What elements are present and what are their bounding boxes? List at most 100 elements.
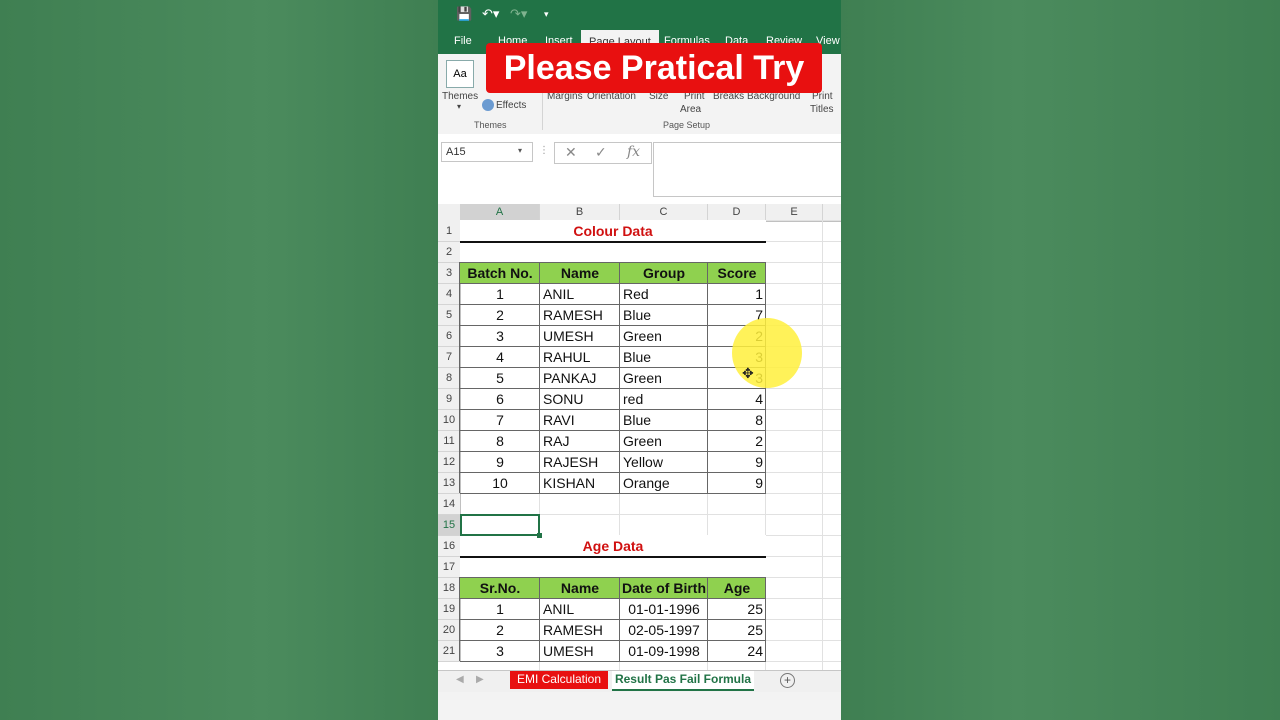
row-header-2[interactable]: 2 [438, 242, 461, 263]
row-header-5[interactable]: 5 [438, 305, 461, 326]
age_table-column-header: Sr.No. [479, 580, 521, 596]
row-header-7[interactable]: 7 [438, 347, 461, 368]
age_table-column-header: Name [560, 580, 600, 596]
undo-icon[interactable]: ↶▾ [482, 6, 499, 22]
colour_table-cell[interactable]: 8 [708, 410, 766, 431]
row-header-12[interactable]: 12 [438, 452, 461, 473]
colour_table-cell[interactable]: SONU [540, 389, 620, 410]
save-icon[interactable]: 💾 [456, 6, 472, 22]
chevron-down-icon[interactable]: ▾ [518, 146, 522, 155]
row-header-21[interactable]: 21 [438, 641, 461, 662]
effects-button[interactable]: Effects [496, 100, 526, 111]
age_table-cell[interactable]: 2 [460, 620, 540, 641]
colour_table-cell[interactable]: Blue [620, 305, 708, 326]
colour_table-cell[interactable]: 2 [460, 305, 540, 326]
age_table-cell[interactable]: 01-09-1998 [620, 641, 708, 662]
age_table-cell[interactable]: 3 [460, 641, 540, 662]
table-border [460, 493, 766, 494]
colour_table-cell[interactable]: RAJESH [540, 452, 620, 473]
colour_table-cell[interactable]: 6 [460, 389, 540, 410]
colour_table-cell[interactable]: RAMESH [540, 305, 620, 326]
tab-file[interactable]: File [454, 35, 472, 47]
row-header-9[interactable]: 9 [438, 389, 461, 410]
colour_table-cell[interactable]: red [620, 389, 708, 410]
print-area-label: Area [680, 104, 702, 115]
background-left [0, 0, 438, 720]
row-header-10[interactable]: 10 [438, 410, 461, 431]
table-border [460, 262, 766, 263]
colour_table-cell[interactable]: 9 [708, 473, 766, 494]
colour_table-cell[interactable]: Green [620, 431, 708, 452]
row-header-8[interactable]: 8 [438, 368, 461, 389]
colour_table-cell[interactable]: Green [620, 368, 708, 389]
age_table-cell[interactable]: 1 [460, 599, 540, 620]
colour_table-cell[interactable]: 1 [708, 284, 766, 305]
colour_table-cell[interactable]: Red [620, 284, 708, 305]
colour_table-cell[interactable]: 7 [460, 410, 540, 431]
age_table-cell[interactable]: 01-01-1996 [620, 599, 708, 620]
colour_table-cell[interactable]: Green [620, 326, 708, 347]
colour_table-cell[interactable]: ANIL [540, 284, 620, 305]
age_table-cell[interactable]: 25 [708, 599, 766, 620]
select-all-corner[interactable] [438, 204, 461, 222]
row-header-18[interactable]: 18 [438, 578, 461, 599]
colour_table-cell[interactable]: Yellow [620, 452, 708, 473]
row-header-3[interactable]: 3 [438, 263, 461, 284]
colour_table-cell[interactable]: 3 [460, 326, 540, 347]
prev-sheet-icon[interactable]: ◀ [456, 674, 464, 685]
colour_table-cell[interactable]: 10 [460, 473, 540, 494]
row-header-13[interactable]: 13 [438, 473, 461, 494]
row-header-4[interactable]: 4 [438, 284, 461, 305]
row-header-15[interactable]: 15 [438, 515, 461, 536]
colour_table-cell[interactable]: RAHUL [540, 347, 620, 368]
age_table-cell[interactable]: UMESH [540, 641, 620, 662]
age_table-cell[interactable]: 24 [708, 641, 766, 662]
colour_table-cell[interactable]: UMESH [540, 326, 620, 347]
enter-icon[interactable]: ✓ [595, 144, 607, 161]
colour_table-cell[interactable]: RAVI [540, 410, 620, 431]
colour_table-cell[interactable]: 4 [708, 389, 766, 410]
age_table-cell[interactable]: 02-05-1997 [620, 620, 708, 641]
add-sheet-icon[interactable]: + [780, 673, 795, 688]
active-cell-a15[interactable] [460, 514, 540, 536]
row-header-1[interactable]: 1 [438, 221, 461, 242]
table-border [459, 262, 460, 493]
colour_table-cell[interactable]: 1 [460, 284, 540, 305]
colour_table-cell[interactable]: 9 [708, 452, 766, 473]
row-header-14[interactable]: 14 [438, 494, 461, 515]
sheet-tab-result-pas-fail-formula[interactable]: Result Pas Fail Formula [612, 671, 754, 691]
row-header-6[interactable]: 6 [438, 326, 461, 347]
colour_table-cell[interactable]: 8 [460, 431, 540, 452]
themes-icon[interactable]: Aa [446, 60, 474, 88]
themes-button[interactable]: Themes [442, 91, 478, 102]
age_table-cell[interactable]: ANIL [540, 599, 620, 620]
colour_table-cell[interactable]: 4 [460, 347, 540, 368]
next-sheet-icon[interactable]: ▶ [476, 674, 484, 685]
colour_table-cell[interactable]: RAJ [540, 431, 620, 452]
row-header-17[interactable]: 17 [438, 557, 461, 578]
row-header-16[interactable]: 16 [438, 536, 461, 557]
customize-toolbar-icon[interactable]: ▾ [544, 9, 549, 20]
colour_table-cell[interactable]: Blue [620, 347, 708, 368]
row-header-20[interactable]: 20 [438, 620, 461, 641]
colour_table-column-header: Batch No. [467, 265, 533, 281]
colour_table-cell[interactable]: 5 [460, 368, 540, 389]
colour_table-cell[interactable]: Orange [620, 473, 708, 494]
colour_table-cell[interactable]: 2 [708, 431, 766, 452]
row-header-11[interactable]: 11 [438, 431, 461, 452]
colour_table-cell[interactable]: Blue [620, 410, 708, 431]
status-bar [438, 692, 841, 720]
age_table-cell[interactable]: RAMESH [540, 620, 620, 641]
insert-function-icon[interactable]: fx [627, 144, 640, 160]
age_table-cell[interactable]: 25 [708, 620, 766, 641]
sheet-tab-emi-calculation[interactable]: EMI Calculation [510, 671, 608, 689]
colour_table-cell[interactable]: KISHAN [540, 473, 620, 494]
worksheet-grid[interactable]: ABCDE 1 2 3 4 5 6 7 8 9 10 11 12 13 14 15 16 17 18 19 20 21 … [438, 204, 841, 670]
formula-input[interactable] [653, 142, 841, 197]
colour_table-cell[interactable]: 9 [460, 452, 540, 473]
cancel-icon[interactable]: ✕ [565, 144, 577, 161]
row-header-19[interactable]: 19 [438, 599, 461, 620]
colour_table-cell[interactable]: PANKAJ [540, 368, 620, 389]
redo-icon[interactable]: ↷▾ [510, 6, 527, 22]
fill-handle[interactable] [537, 533, 542, 538]
